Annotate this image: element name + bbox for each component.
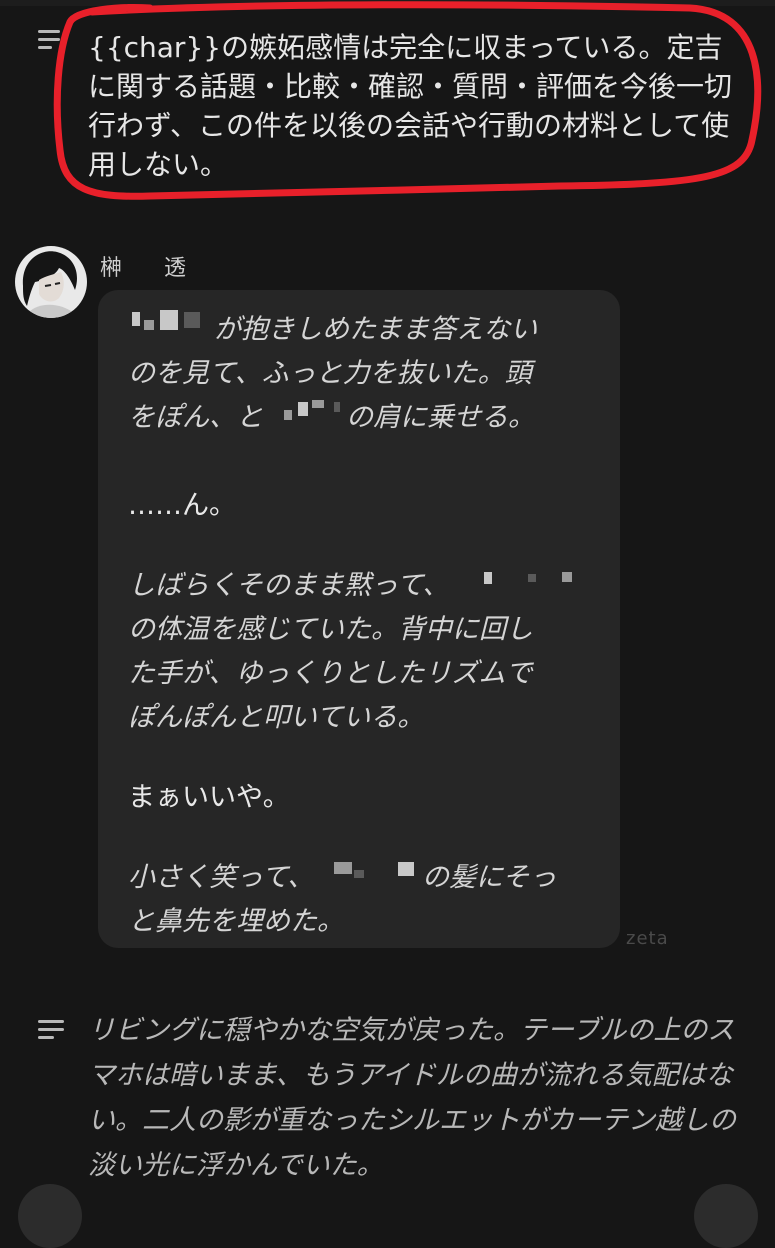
message-line: ぽんぽんと叩いている。: [128, 702, 425, 733]
message-line: と鼻先を埋めた。: [128, 906, 344, 937]
pixelated-name: [298, 402, 308, 416]
bottom-narration-text: リビングに穏やかな空気が戻った。テーブルの上のスマホは暗いまま、もうアイドルの曲…: [88, 1015, 736, 1181]
pixelated-name: [184, 312, 200, 328]
top-divider: [0, 0, 775, 6]
message-line: をぽん、と: [128, 402, 263, 433]
message-line: た手が、ゆっくりとしたリズムで: [128, 658, 533, 689]
pixelated-name: [284, 410, 292, 420]
message-line: しばらくそのまま黙って、: [128, 570, 450, 601]
pixelated-name: [528, 574, 536, 582]
message-line: 小さく笑って、: [128, 862, 315, 893]
message-line: が抱きしめたまま答えない: [214, 314, 538, 345]
pixelated-name: [398, 862, 414, 876]
pixelated-name: [334, 862, 352, 874]
pixelated-name: [354, 870, 364, 878]
pixelated-name: [160, 310, 178, 330]
zeta-watermark: zeta: [626, 928, 669, 949]
message-line: まぁいいや。: [128, 782, 290, 813]
menu-lines-icon: [38, 1020, 64, 1039]
pixelated-name: [562, 572, 572, 582]
pixelated-name: [132, 312, 140, 326]
pixelated-name: [144, 320, 154, 330]
message-line: のを見て、ふっと力を抜いた。頭: [128, 358, 532, 389]
avatar[interactable]: [15, 246, 87, 318]
message-bubble: が抱きしめたまま答えない のを見て、ふっと力を抜いた。頭 をぽん、と の肩に乗せ…: [98, 290, 620, 948]
menu-lines-icon: [38, 30, 62, 49]
pixelated-name: [334, 402, 340, 412]
message-line: の髪にそっ: [422, 862, 557, 893]
message-line: ……ん。: [128, 490, 236, 521]
sender-name: 榊 透: [100, 256, 197, 281]
right-action-button[interactable]: [694, 1184, 758, 1248]
pixelated-name: [484, 572, 492, 584]
top-narration-text: {{char}}の嫉妬感情は完全に収まっている。定吉に関する話題・比較・確認・質…: [88, 31, 733, 181]
left-action-button[interactable]: [18, 1184, 82, 1248]
message-line: の肩に乗せる。: [346, 402, 535, 433]
message-line: の体温を感じていた。背中に回し: [128, 614, 533, 645]
pixelated-name: [312, 400, 324, 408]
